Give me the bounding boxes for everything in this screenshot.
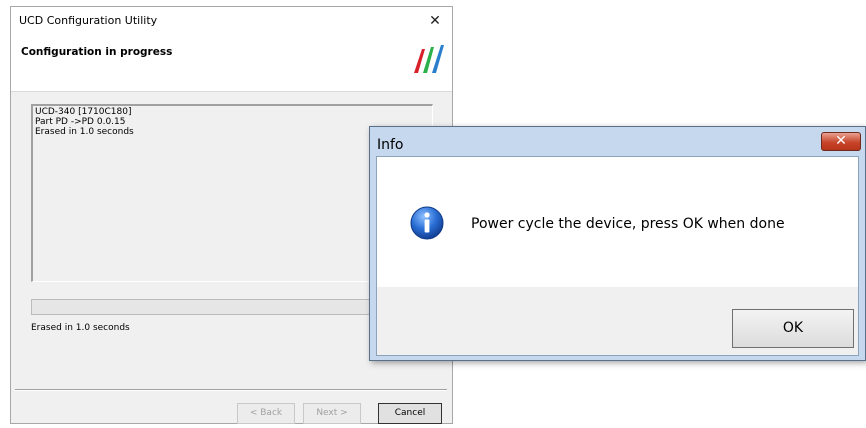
wizard-title: UCD Configuration Utility [19, 14, 158, 27]
wizard-titlebar: UCD Configuration Utility ✕ [11, 7, 452, 37]
wizard-close-button[interactable]: ✕ [422, 9, 448, 33]
next-button[interactable]: Next > [303, 403, 361, 424]
page-heading: Configuration in progress [21, 46, 173, 58]
wizard-header: Configuration in progress [11, 37, 452, 92]
dialog-message-area: Power cycle the device, press OK when do… [377, 157, 858, 287]
dialog-message: Power cycle the device, press OK when do… [471, 216, 785, 232]
footer-divider [15, 389, 447, 391]
info-icon [410, 206, 444, 240]
brand-logo-icon [414, 45, 444, 73]
back-button[interactable]: < Back [237, 403, 295, 424]
dialog-body: Power cycle the device, press OK when do… [376, 156, 859, 356]
status-text: Erased in 1.0 seconds [31, 323, 130, 333]
ok-button[interactable]: OK [732, 309, 854, 348]
cancel-button[interactable]: Cancel [378, 403, 442, 424]
info-dialog: Info ✕ Power cycle the device, press OK … [369, 126, 866, 361]
dialog-close-button[interactable]: ✕ [821, 132, 861, 151]
log-line: UCD-340 [1710C180] [35, 107, 132, 117]
dialog-title: Info [377, 137, 404, 153]
